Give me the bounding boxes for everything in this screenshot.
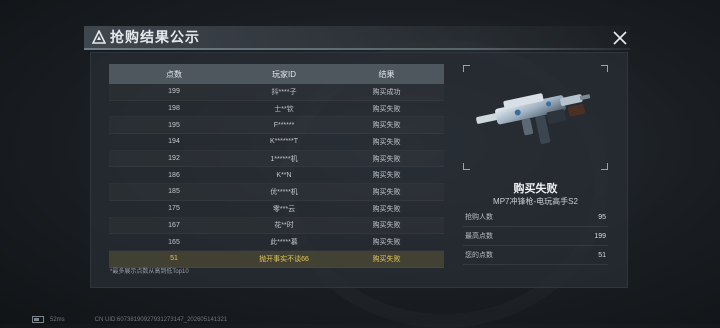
table-row: 186 K**N 购买失败 [109,167,444,185]
cell-player: 士**钦 [274,105,294,113]
stat-value: 51 [598,251,606,259]
cell-points: 185 [168,188,180,196]
header-divider [84,48,630,50]
cell-result: 购买失败 [372,155,401,163]
table-row: 167 花**时 购买失败 [109,218,444,235]
cell-points: 198 [168,105,180,113]
my-result: 购买失败 [372,255,401,263]
table-header: 点数 玩家ID 结果 [109,64,444,84]
cell-points: 186 [168,171,180,179]
table-row: 185 优*****机 购买失败 [109,184,444,201]
ping-value: 52ms [50,316,65,323]
table-row: 192 1******机 购买失败 [109,151,444,168]
stat-value: 199 [594,232,606,240]
table-row: 198 士**钦 购买失败 [109,101,444,118]
cell-points: 175 [168,205,180,213]
column-header-result: 结果 [378,69,395,79]
column-header-points: 点数 [166,69,182,79]
purchase-status: 购买失败 [513,183,558,195]
table-row: 199 抖****子 购买成功 [109,84,444,101]
battery-icon [32,316,44,323]
stat-label: 您的点数 [465,252,493,259]
cell-points: 195 [168,121,180,129]
cell-player: 零***云 [272,205,296,213]
page-title: 抢购结果公示 [110,29,200,45]
item-name: MP7冲锋枪-电玩高手S2 [493,197,578,206]
my-points: 51 [170,255,178,263]
table-row: 195 F****** 购买失败 [109,117,444,135]
cell-result: 购买失败 [372,105,401,113]
item-preview [463,65,608,170]
cell-points: 167 [168,221,180,229]
cell-result: 购买失败 [372,138,401,146]
stat-participants: 抢购人数 95 [463,208,608,227]
table-row: 165 此*****慕 购买失败 [109,234,444,251]
smg-weapon-image [476,93,591,145]
status-bar: 52ms CN UID:60738190927931273147_2026051… [32,316,227,323]
cell-player: F****** [273,121,295,129]
stat-label: 最高点数 [465,233,493,240]
cell-result: 购买失败 [372,188,401,196]
cell-result: 购买失败 [372,122,401,130]
cell-points: 192 [168,155,180,163]
warning-triangle-icon [92,30,106,44]
stat-highest-points: 最高点数 199 [463,227,608,246]
cell-result: 购买成功 [372,88,401,96]
cell-points: 194 [168,138,180,146]
cell-result: 购买失败 [372,239,401,247]
cell-player: 1******机 [270,155,298,163]
stat-your-points: 您的点数 51 [463,246,608,265]
cell-player: 花**时 [274,222,294,230]
cell-result: 购买失败 [372,222,401,230]
column-header-player-id: 玩家ID [272,69,296,79]
cell-player: 优*****机 [270,188,298,196]
uid-text: CN UID:60738190927931273147_202605141321 [94,316,228,323]
cell-player: 此*****慕 [270,239,298,247]
table-row: 194 K*******T 购买失败 [109,134,444,151]
cell-player: K**N [276,171,292,179]
cell-player: K*******T [269,138,298,146]
cell-player: 抖****子 [271,88,297,96]
cell-result: 购买失败 [372,172,401,180]
cell-result: 购买失败 [372,205,401,213]
table-footnote: *最多展示点数从高到低Top10 [110,269,189,275]
stat-label: 抢购人数 [465,214,493,221]
close-icon[interactable] [612,30,628,46]
stat-value: 95 [598,213,606,221]
cell-points: 199 [168,88,180,96]
table-row: 175 零***云 购买失败 [109,201,444,218]
results-table: 点数 玩家ID 结果 199 抖****子 购买成功 198 士**钦 购买失败 195 F*… [109,64,444,268]
my-player-id: 抛开事实不谈66 [259,255,309,263]
cell-points: 165 [168,238,180,246]
